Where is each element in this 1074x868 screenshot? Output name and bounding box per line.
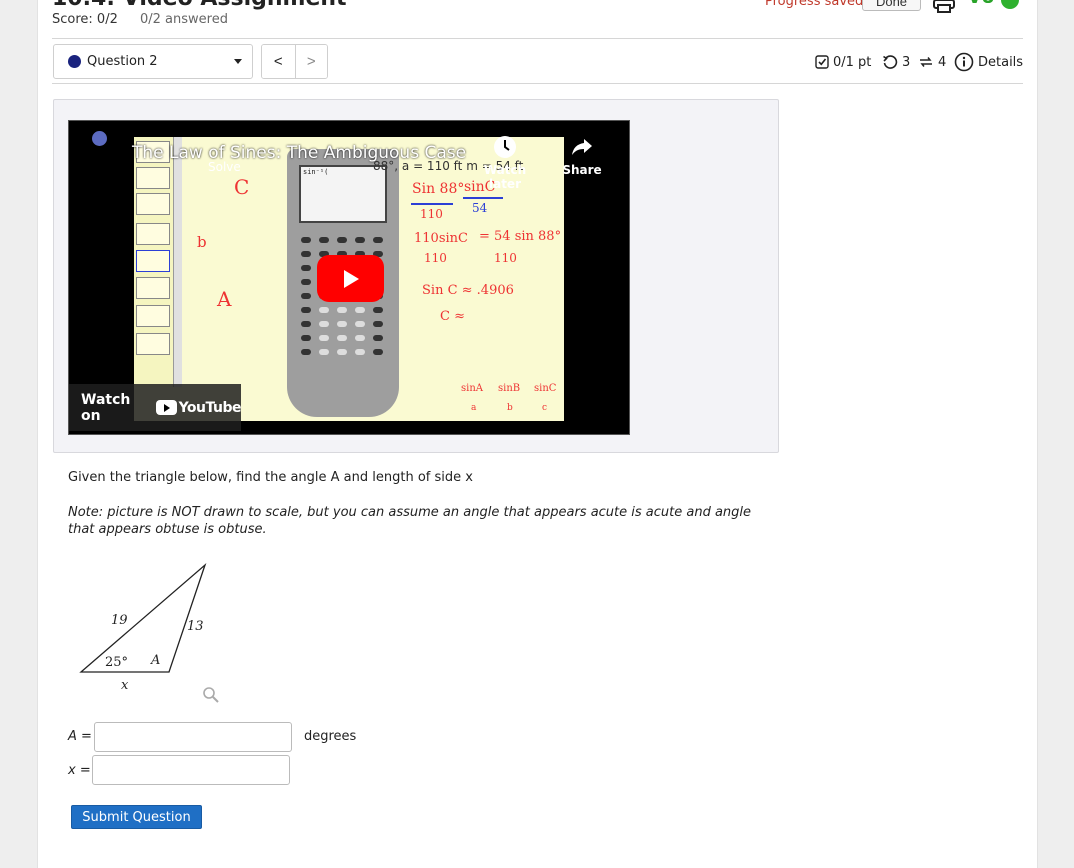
answered-count: 0/2 answered [140,12,228,27]
board-eq1-den-right: 54 [472,201,488,215]
score-text: Score: 0/2 [52,12,118,27]
answer-a-label: A = [68,729,92,744]
magnify-icon[interactable] [202,686,220,704]
done-button[interactable]: Done [862,0,921,11]
play-icon [344,270,359,288]
question-note: Note: picture is NOT drawn to scale, but… [68,505,752,537]
submit-question-button[interactable]: Submit Question [71,805,202,829]
law-of-sines-sinA: sinA [461,383,483,394]
progress-status: Progress saved [765,0,864,9]
board-label-c: C [234,175,250,199]
side-right-label: 13 [187,619,204,634]
law-of-sines-sinC: sinC [534,383,557,394]
watch-on-youtube-button[interactable]: Watch on YouTube [69,384,242,431]
info-icon [954,52,974,72]
channel-avatar [79,131,119,171]
brand-status-dot [1001,0,1019,9]
youtube-player[interactable]: C b A B sin⁻¹( [68,120,630,435]
retries-count: 3 [902,54,911,70]
attempts-icon [920,57,932,67]
board-eq2-den-left: 110 [424,251,447,265]
question-status-dot [68,55,81,68]
slide-thumbnails [134,137,174,387]
youtube-icon [155,400,177,415]
board-label-b: b [197,233,207,251]
retries-indicator: 3 [882,52,910,72]
previous-question-button[interactable]: < [262,45,295,78]
law-of-sines-a: a [471,403,477,413]
board-eq4: C ≈ [440,309,465,324]
angle-units: degrees [304,729,357,744]
video-subtitle: Solve [208,160,241,174]
print-icon[interactable] [933,0,955,13]
assignment-title: 10.4: Video Assignment [52,0,347,11]
law-of-sines-sinB: sinB [498,383,521,394]
video-container: C b A B sin⁻¹( [53,99,779,453]
checkbox-icon [815,55,829,69]
watch-later-button[interactable]: Watch later [470,135,540,191]
law-of-sines-c: c [542,403,548,413]
board-eq1-left: Sin 88° [412,181,465,197]
chevron-down-icon [234,59,242,64]
side-x-input[interactable] [92,755,290,785]
board-eq3: Sin C ≈ .4906 [422,283,514,298]
header-divider [52,38,1023,39]
points-indicator: 0/1 pt [815,52,871,72]
points-text: 0/1 pt [833,54,872,70]
share-button[interactable]: Share [559,135,605,177]
board-eq2-left: 110sinC [414,231,468,246]
attempts-count: 4 [938,54,947,70]
details-label: Details [978,54,1024,70]
angle-a-input[interactable] [94,722,292,752]
next-question-button[interactable]: > [294,45,327,78]
question-selector-label: Question 2 [87,54,158,69]
retry-icon [883,55,898,69]
clock-icon [494,136,516,158]
details-button[interactable]: Details [954,52,1023,72]
attempts-indicator: 4 [918,52,946,72]
brand-logo-text: VU [968,0,995,8]
question-nav: < > [261,44,328,79]
angle-unknown-label: A [150,653,160,668]
board-eq1-den-left: 110 [420,207,443,221]
law-of-sines-b: b [507,403,513,413]
question-prompt: Given the triangle below, find the angle… [68,470,473,485]
answer-x-label: x = [68,763,91,778]
triangle-figure: 19 13 25° A x [79,562,207,693]
board-eq2-right: = 54 sin 88° [479,229,562,244]
share-icon [572,139,592,155]
question-selector[interactable]: Question 2 [53,44,253,79]
board-label-a: A [217,287,232,311]
assignment-page: 10.4: Video Assignment Score: 0/2 0/2 an… [37,0,1038,868]
play-button[interactable] [317,255,384,302]
angle-given-label: 25° [105,655,128,670]
side-bottom-label: x [121,678,129,693]
side-left-label: 19 [111,613,128,628]
board-eq2-den-right: 110 [494,251,517,265]
youtube-logo: YouTube [155,400,242,416]
toolbar-divider [52,83,1023,84]
